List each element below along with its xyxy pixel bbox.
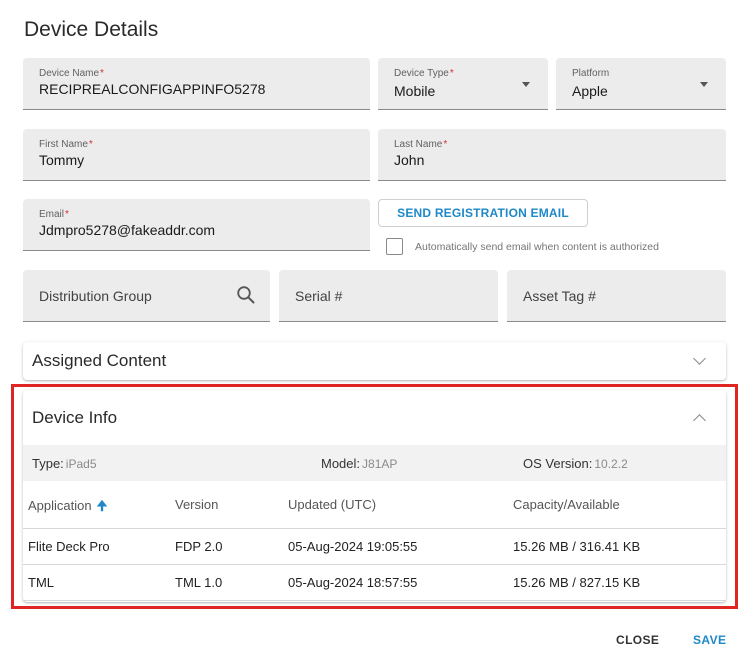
close-button[interactable]: CLOSE (616, 633, 659, 647)
serial-field[interactable]: Serial # (279, 270, 498, 322)
email-field[interactable]: Email* Jdmpro5278@fakeaddr.com (23, 199, 370, 251)
first-name-value: Tommy (39, 152, 85, 168)
save-button[interactable]: SAVE (693, 633, 726, 647)
assigned-content-title: Assigned Content (32, 351, 167, 370)
email-label: Email* (39, 209, 69, 220)
device-name-field[interactable]: Device Name* RECIPREALCONFIGAPPINFO5278 (23, 58, 370, 110)
asset-tag-field[interactable]: Asset Tag # (507, 270, 726, 322)
search-icon[interactable] (236, 285, 256, 305)
dialog-title: Device Details (24, 18, 159, 41)
device-type-label: Device Type* (394, 68, 454, 79)
assigned-content-panel[interactable]: Assigned Content (23, 342, 726, 380)
dropdown-caret-icon (522, 82, 530, 87)
last-name-value: John (394, 152, 425, 168)
send-registration-email-button[interactable]: SEND REGISTRATION EMAIL (378, 199, 588, 227)
device-type-value: Mobile (394, 83, 436, 99)
platform-value: Apple (572, 83, 608, 99)
auto-send-label: Automatically send email when content is… (415, 241, 659, 253)
device-name-label: Device Name* (39, 68, 104, 79)
highlight-box (11, 384, 738, 609)
auto-send-checkbox[interactable] (386, 238, 403, 255)
last-name-label: Last Name* (394, 139, 448, 150)
chevron-down-icon[interactable] (693, 352, 706, 365)
email-value: Jdmpro5278@fakeaddr.com (39, 222, 216, 238)
device-type-select[interactable]: Device Type* Mobile (378, 58, 548, 110)
serial-placeholder: Serial # (295, 287, 343, 304)
first-name-field[interactable]: First Name* Tommy (23, 129, 370, 181)
first-name-label: First Name* (39, 139, 93, 150)
platform-label: Platform (572, 68, 610, 79)
platform-select[interactable]: Platform Apple (556, 58, 726, 110)
last-name-field[interactable]: Last Name* John (378, 129, 726, 181)
distribution-group-field[interactable]: Distribution Group (23, 270, 270, 322)
dropdown-caret-icon (700, 82, 708, 87)
device-name-value: RECIPREALCONFIGAPPINFO5278 (39, 81, 266, 97)
asset-tag-placeholder: Asset Tag # (523, 287, 596, 304)
distribution-group-placeholder: Distribution Group (39, 287, 152, 304)
